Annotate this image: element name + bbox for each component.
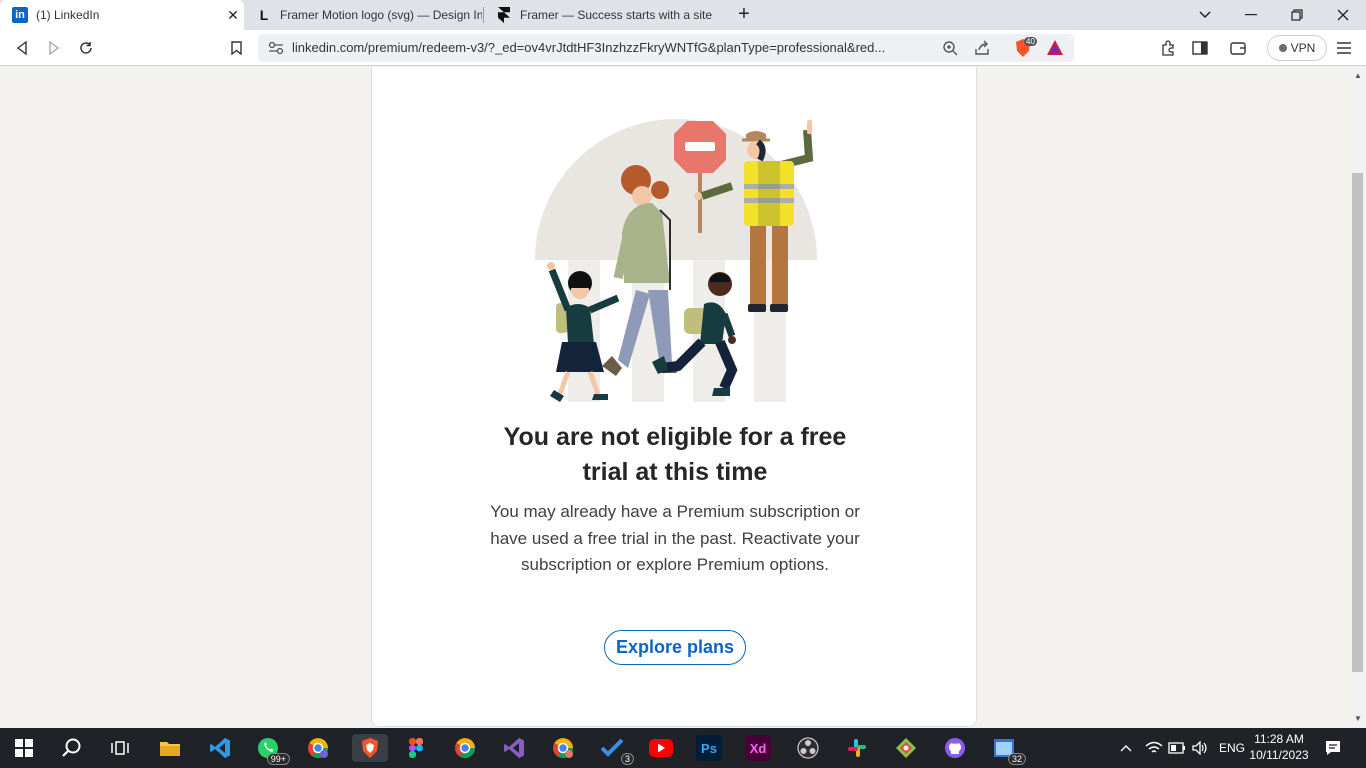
volume-icon[interactable] (1192, 728, 1208, 768)
address-toolbar: linkedin.com/premium/redeem-v3/?_ed=ov4v… (0, 30, 1366, 66)
clock-time: 11:28 AM (1254, 732, 1304, 746)
letter-l-icon: L (259, 7, 269, 23)
zoom-icon[interactable] (942, 40, 958, 61)
chrome-icon[interactable] (451, 734, 479, 762)
tab-framer-motion-logo[interactable]: L Framer Motion logo (svg) — Design In (244, 0, 482, 30)
wallet-icon[interactable] (1226, 36, 1250, 60)
task-view-icon[interactable] (106, 734, 134, 762)
tab-search-chevron-icon[interactable] (1182, 0, 1228, 30)
show-hidden-icons-chevron-icon[interactable] (1120, 728, 1132, 768)
whatsapp-icon[interactable]: 99+ (254, 734, 290, 765)
chrome-profile-2-icon[interactable] (549, 734, 577, 762)
photoshop-icon[interactable]: Ps (696, 735, 722, 761)
vpn-button[interactable]: VPN (1267, 35, 1327, 61)
tab-linkedin[interactable]: in (1) LinkedIn ✕ (0, 0, 244, 30)
tab-title: Framer Motion logo (svg) — Design In (280, 8, 482, 22)
search-icon[interactable] (58, 734, 86, 762)
bookmark-icon[interactable] (224, 36, 248, 60)
language-indicator[interactable]: ENG (1219, 728, 1245, 768)
vpn-label: VPN (1290, 41, 1316, 55)
vpn-status-icon (1278, 44, 1287, 52)
gitkraken-icon[interactable] (892, 734, 920, 762)
brave-shield-icon[interactable]: 40 (1014, 37, 1037, 63)
whatsapp-badge: 99+ (266, 753, 290, 765)
framer-icon (496, 7, 512, 23)
close-window-icon[interactable] (1320, 0, 1366, 30)
brave-browser-icon[interactable] (352, 734, 388, 762)
chrome-profile-icon[interactable] (304, 734, 332, 762)
system-clock[interactable]: 11:28 AM 10/11/2023 (1244, 731, 1314, 763)
new-tab-icon[interactable]: + (732, 3, 756, 27)
file-explorer-icon[interactable] (156, 734, 184, 762)
page-title: You are not eligible for a free trial at… (372, 420, 978, 490)
tab-title: Framer — Success starts with a site (520, 8, 713, 22)
wifi-icon[interactable] (1145, 728, 1163, 768)
menu-icon[interactable] (1332, 36, 1356, 60)
visual-studio-icon[interactable] (500, 734, 528, 762)
sidebar-icon[interactable] (1188, 36, 1212, 60)
tab-strip: in (1) LinkedIn ✕ L Framer Motion logo (… (0, 0, 1366, 30)
page-title-line-1: You are not eligible for a free (503, 423, 847, 451)
eligibility-description: You may already have a Premium subscript… (490, 502, 860, 574)
microsoft-todo-icon[interactable]: 3 (598, 734, 634, 765)
battery-icon[interactable] (1168, 728, 1186, 768)
explorer-badge: 32 (1007, 753, 1026, 765)
explore-plans-button[interactable]: Explore plans (604, 630, 746, 665)
notifications-icon[interactable] (1325, 728, 1341, 768)
windows-start-icon[interactable] (10, 734, 38, 762)
eligibility-card: You are not eligible for a free trial at… (371, 67, 977, 727)
back-icon[interactable] (10, 36, 34, 60)
obs-studio-icon[interactable] (794, 734, 822, 762)
github-desktop-icon[interactable] (941, 734, 969, 762)
restore-icon[interactable] (1274, 0, 1320, 30)
youtube-icon[interactable] (647, 734, 675, 762)
figma-icon[interactable] (402, 734, 430, 762)
slack-icon[interactable] (843, 734, 871, 762)
scrollbar-thumb[interactable] (1352, 173, 1363, 672)
vscode-icon[interactable] (206, 734, 234, 762)
page-viewport: You are not eligible for a free trial at… (0, 67, 1350, 728)
minimize-icon[interactable] (1228, 0, 1274, 30)
close-tab-icon[interactable]: ✕ (222, 7, 244, 24)
address-bar[interactable]: linkedin.com/premium/redeem-v3/?_ed=ov4v… (258, 34, 1074, 62)
tab-framer[interactable]: Framer — Success starts with a site (484, 0, 724, 30)
reload-icon[interactable] (74, 36, 98, 60)
site-info-icon[interactable] (268, 41, 284, 60)
explorer-window-icon[interactable]: 32 (990, 734, 1026, 765)
url-text: linkedin.com/premium/redeem-v3/?_ed=ov4v… (292, 40, 886, 55)
page-title-line-2: trial at this time (582, 458, 768, 486)
scroll-down-arrow-icon[interactable]: ▼ (1350, 712, 1366, 726)
crosswalk-illustration (535, 119, 817, 402)
scroll-up-arrow-icon[interactable]: ▲ (1350, 69, 1366, 83)
shield-count-badge: 40 (1024, 37, 1037, 46)
tab-title: (1) LinkedIn (36, 8, 100, 22)
share-icon[interactable] (974, 40, 990, 61)
brave-rewards-icon[interactable] (1046, 39, 1064, 61)
todo-badge: 3 (620, 753, 634, 765)
extensions-icon[interactable] (1156, 36, 1180, 60)
linkedin-icon: in (12, 7, 28, 23)
adobe-xd-icon[interactable]: Xd (745, 735, 771, 761)
forward-icon[interactable] (42, 36, 66, 60)
windows-taskbar: 99+ 3 Ps Xd 32 ENG 11:28 AM 10/11/2023 (0, 728, 1366, 768)
clock-date: 10/11/2023 (1249, 748, 1309, 762)
